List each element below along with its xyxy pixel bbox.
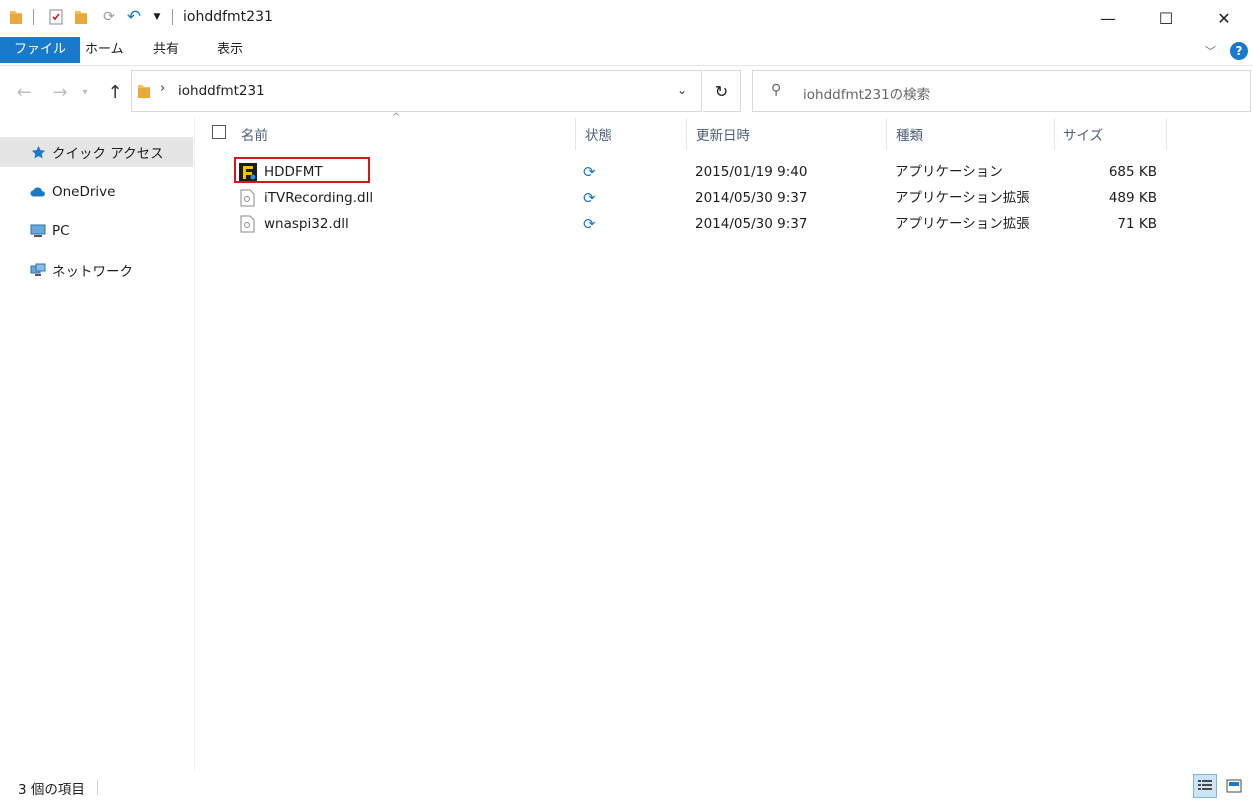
tab-file[interactable]: ファイル <box>0 37 81 63</box>
file-name[interactable]: wnaspi32.dll <box>264 211 349 237</box>
tab-share[interactable]: 共有 <box>139 37 193 63</box>
new-folder-icon[interactable] <box>72 8 90 26</box>
folder-icon <box>7 8 25 26</box>
up-icon[interactable]: ↑ <box>103 80 127 104</box>
search-icon: ⚲ <box>771 82 782 98</box>
folder-icon <box>138 83 150 103</box>
sync-status-icon: ⟳ <box>583 163 596 181</box>
column-header-status[interactable]: 状態 <box>585 124 612 148</box>
sidebar-item-network[interactable]: ネットワーク <box>0 255 193 285</box>
file-modified: 2014/05/30 9:37 <box>695 216 808 232</box>
refresh-icon: ↻ <box>714 81 729 101</box>
star-icon <box>30 145 46 160</box>
forward-icon[interactable]: → <box>48 80 72 104</box>
tab-home[interactable]: ホーム <box>71 37 138 63</box>
file-row-itvrecording[interactable]: iTVRecording.dll ⟳ 2014/05/30 9:37 アプリケー… <box>205 185 1205 211</box>
sidebar-item-label: クイック アクセス <box>52 146 164 162</box>
file-size: 71 KB <box>1117 216 1157 232</box>
recent-locations-icon[interactable]: ▾ <box>78 80 92 104</box>
status-bar: 3 個の項目 <box>0 772 1253 800</box>
pc-icon <box>30 224 46 238</box>
sync-status-icon: ⟳ <box>583 189 596 207</box>
column-header-type[interactable]: 種類 <box>896 124 923 148</box>
ribbon-tabs: ファイル ホーム 共有 表示 ﹀ ? <box>0 37 1253 65</box>
item-count: 3 個の項目 <box>18 782 85 798</box>
help-icon[interactable]: ? <box>1230 42 1248 60</box>
customize-toolbar-icon[interactable]: ▼ <box>148 8 166 26</box>
navigation-pane: クイック アクセス OneDrive PC ネットワーク <box>0 118 195 770</box>
column-header-name[interactable]: 名前 <box>241 124 268 148</box>
sidebar-item-quick-access[interactable]: クイック アクセス <box>0 137 193 167</box>
address-dropdown-icon[interactable]: ⌄ <box>677 83 687 97</box>
file-size: 489 KB <box>1108 190 1157 206</box>
back-icon[interactable]: ← <box>12 80 36 104</box>
dll-file-icon <box>240 215 255 237</box>
breadcrumb[interactable]: iohddfmt231 <box>178 83 265 99</box>
large-icons-view-button[interactable] <box>1222 774 1246 798</box>
undo-icon[interactable]: ↶ <box>125 7 143 27</box>
sidebar-item-label: OneDrive <box>52 184 116 200</box>
minimize-button[interactable]: — <box>1079 0 1137 36</box>
file-type: アプリケーション拡張 <box>895 216 1030 232</box>
close-button[interactable]: ✕ <box>1195 0 1253 36</box>
sidebar-item-pc[interactable]: PC <box>0 216 193 246</box>
breadcrumb-chevron-icon: › <box>160 81 166 96</box>
file-size: 685 KB <box>1108 164 1157 180</box>
cloud-icon <box>30 186 46 198</box>
window-title: iohddfmt231 <box>183 9 273 25</box>
large-icons-view-icon <box>1226 779 1242 793</box>
ribbon-expand-icon[interactable]: ﹀ <box>1205 43 1216 59</box>
network-icon <box>30 263 46 277</box>
column-header-modified[interactable]: 更新日時 <box>696 124 750 148</box>
file-modified: 2015/01/19 9:40 <box>695 164 808 180</box>
redo-icon[interactable]: ⟳ <box>100 8 118 26</box>
file-type: アプリケーション <box>895 164 1003 180</box>
file-modified: 2014/05/30 9:37 <box>695 190 808 206</box>
maximize-button[interactable]: ☐ <box>1137 0 1195 36</box>
sort-ascending-icon: ^ <box>392 112 401 123</box>
title-bar: ⟳ ↶ ▼ iohddfmt231 — ☐ ✕ <box>0 0 1253 36</box>
file-row-wnaspi32[interactable]: wnaspi32.dll ⟳ 2014/05/30 9:37 アプリケーション拡… <box>205 211 1205 237</box>
sidebar-item-label: PC <box>52 223 70 239</box>
file-row-hddfmt[interactable]: HDDFMT ⟳ 2015/01/19 9:40 アプリケーション 685 KB <box>205 157 1205 185</box>
select-all-checkbox[interactable] <box>212 125 226 139</box>
column-header-size[interactable]: サイズ <box>1063 124 1103 148</box>
sidebar-item-onedrive[interactable]: OneDrive <box>0 177 193 207</box>
sync-status-icon: ⟳ <box>583 215 596 233</box>
sidebar-item-label: ネットワーク <box>52 264 133 280</box>
hddfmt-app-icon <box>239 163 257 181</box>
dll-file-icon <box>240 189 255 211</box>
search-input[interactable]: iohddfmt231の検索 <box>803 83 930 103</box>
search-box[interactable]: ⚲ iohddfmt231の検索 <box>752 70 1251 112</box>
file-name[interactable]: HDDFMT <box>264 159 323 185</box>
details-view-button[interactable] <box>1193 774 1217 798</box>
tab-view[interactable]: 表示 <box>203 37 257 63</box>
properties-icon[interactable] <box>47 8 65 26</box>
refresh-button[interactable]: ↻ <box>703 70 741 112</box>
file-name[interactable]: iTVRecording.dll <box>264 185 373 211</box>
address-bar[interactable]: › iohddfmt231 ⌄ <box>131 70 702 112</box>
details-view-icon <box>1198 780 1212 790</box>
file-type: アプリケーション拡張 <box>895 190 1030 206</box>
